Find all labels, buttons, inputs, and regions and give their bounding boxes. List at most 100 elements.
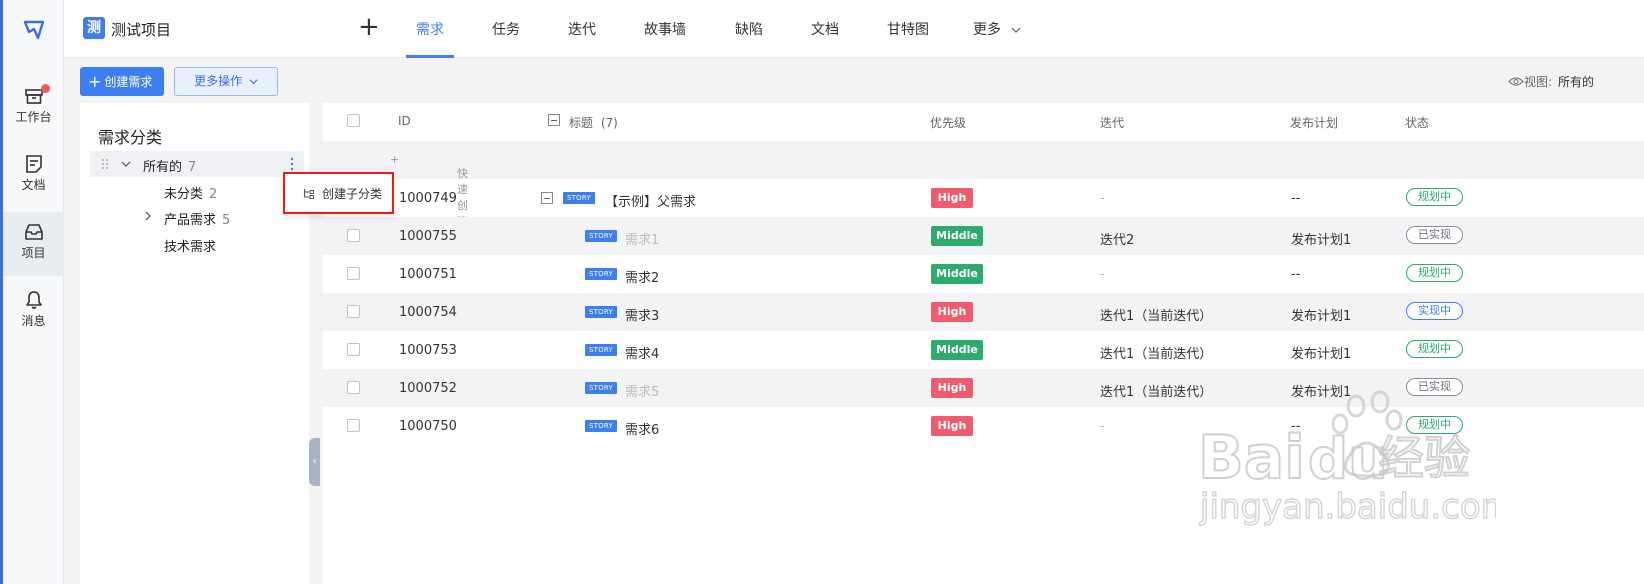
tab-gantt[interactable]: 甘特图 (887, 19, 929, 39)
column-header-status: 状态 (1405, 116, 1430, 130)
rail-label: 文档 (21, 178, 46, 192)
row-checkbox[interactable] (347, 381, 360, 394)
row-checkbox[interactable] (347, 229, 360, 242)
rail-item-project[interactable]: 项目 (3, 212, 64, 276)
row-id: 1000751 (399, 267, 457, 282)
row-checkbox[interactable] (347, 267, 360, 280)
top-bar: 测 测试项目 + 需求 任务 迭代 故事墙 缺陷 文档 甘特图 更多 (64, 0, 1644, 58)
more-actions-button[interactable]: 更多操作 (174, 67, 278, 96)
priority-badge[interactable]: High (931, 416, 973, 436)
table-row[interactable]: 1000753 STORY 需求4 Middle 迭代1（当前迭代） 发布计划1… (323, 331, 1644, 369)
status-badge[interactable]: 规划中 (1406, 416, 1463, 434)
row-title[interactable]: 【示例】父需求 (605, 191, 696, 210)
rail-item-docs[interactable]: 文档 (3, 144, 64, 208)
category-label-all[interactable]: 所有的 7 (143, 156, 196, 175)
row-iteration[interactable]: - (1100, 267, 1105, 282)
rail-item-workbench[interactable]: 工作台 (3, 76, 64, 140)
row-release[interactable]: 发布计划1 (1291, 381, 1351, 400)
category-name: 未分类 (164, 187, 204, 202)
status-badge[interactable]: 已实现 (1406, 378, 1463, 396)
priority-badge[interactable]: High (931, 378, 973, 398)
collapse-row-icon[interactable] (541, 192, 553, 204)
collapse-all-icon[interactable] (548, 114, 560, 126)
row-title[interactable]: 需求4 (625, 343, 659, 362)
chevron-down-icon[interactable] (121, 159, 131, 169)
category-item-uncategorized[interactable]: 未分类 2 (164, 183, 217, 202)
rail-label: 消息 (21, 314, 46, 328)
story-tag: STORY (563, 192, 595, 204)
table-row[interactable]: 1000752 STORY 需求5 High 迭代1（当前迭代） 发布计划1 已… (323, 369, 1644, 407)
row-iteration[interactable]: 迭代2 (1100, 229, 1134, 248)
row-iteration[interactable]: 迭代1（当前迭代） (1100, 381, 1212, 400)
priority-badge[interactable]: High (931, 302, 973, 322)
status-badge[interactable]: 规划中 (1406, 340, 1463, 358)
status-badge[interactable]: 规划中 (1406, 188, 1463, 206)
quick-create-row[interactable]: + 快速创建 (323, 141, 1644, 228)
category-item-product[interactable]: 产品需求 5 (164, 209, 230, 228)
row-id: 1000749 (399, 191, 457, 206)
priority-badge[interactable]: Middle (931, 226, 983, 246)
chevron-right-icon[interactable] (143, 211, 153, 221)
app-logo-icon[interactable] (22, 18, 46, 42)
status-badge[interactable]: 已实现 (1406, 226, 1463, 244)
tab-iterations[interactable]: 迭代 (568, 19, 596, 39)
row-release[interactable]: 发布计划1 (1291, 305, 1351, 324)
create-subcategory-menu-item[interactable]: 创建子分类 (303, 185, 382, 202)
table-row[interactable]: 1000750 STORY 需求6 High - -- 规划中 (323, 407, 1644, 445)
row-iteration[interactable]: 迭代1（当前迭代） (1100, 343, 1212, 362)
table-row[interactable]: 1000754 STORY 需求3 High 迭代1（当前迭代） 发布计划1 实… (323, 293, 1644, 331)
row-release[interactable]: -- (1291, 267, 1300, 282)
priority-badge[interactable]: High (931, 188, 973, 208)
more-actions-label: 更多操作 (194, 74, 243, 88)
row-iteration[interactable]: - (1100, 191, 1105, 206)
rail-item-messages[interactable]: 消息 (3, 280, 64, 344)
row-iteration[interactable]: - (1100, 419, 1105, 434)
table-row[interactable]: 1000755 STORY 需求1 Middle 迭代2 发布计划1 已实现 (323, 217, 1644, 255)
row-title[interactable]: 需求2 (625, 267, 659, 286)
status-badge[interactable]: 实现中 (1406, 302, 1463, 320)
row-id: 1000750 (399, 419, 457, 434)
view-selector[interactable]: 视图: 所有的 (1508, 73, 1594, 90)
tab-tasks[interactable]: 任务 (492, 19, 520, 39)
column-title-label: 标题 (569, 116, 594, 130)
category-context-menu: 创建子分类 (283, 172, 394, 214)
row-checkbox[interactable] (347, 305, 360, 318)
panel-collapse-handle[interactable]: ‹ (309, 438, 320, 486)
priority-badge[interactable]: Middle (931, 340, 983, 360)
row-release[interactable]: -- (1291, 419, 1300, 434)
tab-docs[interactable]: 文档 (811, 19, 839, 39)
table-row[interactable]: 1000751 STORY 需求2 Middle - -- 规划中 (323, 255, 1644, 293)
row-title[interactable]: 需求6 (625, 419, 659, 438)
column-title-count: (7) (600, 116, 618, 130)
story-tag: STORY (585, 230, 617, 242)
row-title[interactable]: 需求1 (625, 229, 659, 248)
column-header-priority: 优先级 (930, 116, 967, 130)
tab-defects[interactable]: 缺陷 (735, 19, 763, 39)
row-title[interactable]: 需求5 (625, 381, 659, 400)
row-iteration[interactable]: 迭代1（当前迭代） (1100, 305, 1212, 324)
row-title[interactable]: 需求3 (625, 305, 659, 324)
tab-requirements[interactable]: 需求 (416, 19, 444, 39)
tab-story-wall[interactable]: 故事墙 (644, 19, 686, 39)
row-release[interactable]: -- (1291, 191, 1300, 206)
row-checkbox[interactable] (347, 419, 360, 432)
table-header: ID 标题 (7) 优先级 迭代 发布计划 状态 (323, 103, 1644, 139)
category-count: 5 (222, 213, 231, 228)
story-tag: STORY (585, 306, 617, 318)
create-requirement-button[interactable]: + 创建需求 (80, 67, 164, 96)
category-item-tech[interactable]: 技术需求 (164, 236, 216, 255)
row-release[interactable]: 发布计划1 (1291, 343, 1351, 362)
table-row[interactable]: 1000749 STORY 【示例】父需求 High - -- 规划中 (323, 179, 1644, 217)
row-checkbox[interactable] (347, 343, 360, 356)
status-badge[interactable]: 规划中 (1406, 264, 1463, 282)
priority-badge[interactable]: Middle (931, 264, 983, 284)
more-vertical-icon[interactable] (290, 157, 294, 171)
category-panel: 需求分类 所有的 7 未分类 2 产品需求 5 技术需求 (80, 103, 309, 584)
row-release[interactable]: 发布计划1 (1291, 229, 1351, 248)
select-all-checkbox[interactable] (347, 114, 360, 127)
row-id: 1000754 (399, 305, 457, 320)
tab-more[interactable]: 更多 (973, 19, 1021, 39)
project-name[interactable]: 测试项目 (111, 19, 171, 40)
add-button[interactable]: + (358, 14, 380, 40)
drag-handle-icon[interactable] (101, 158, 109, 170)
